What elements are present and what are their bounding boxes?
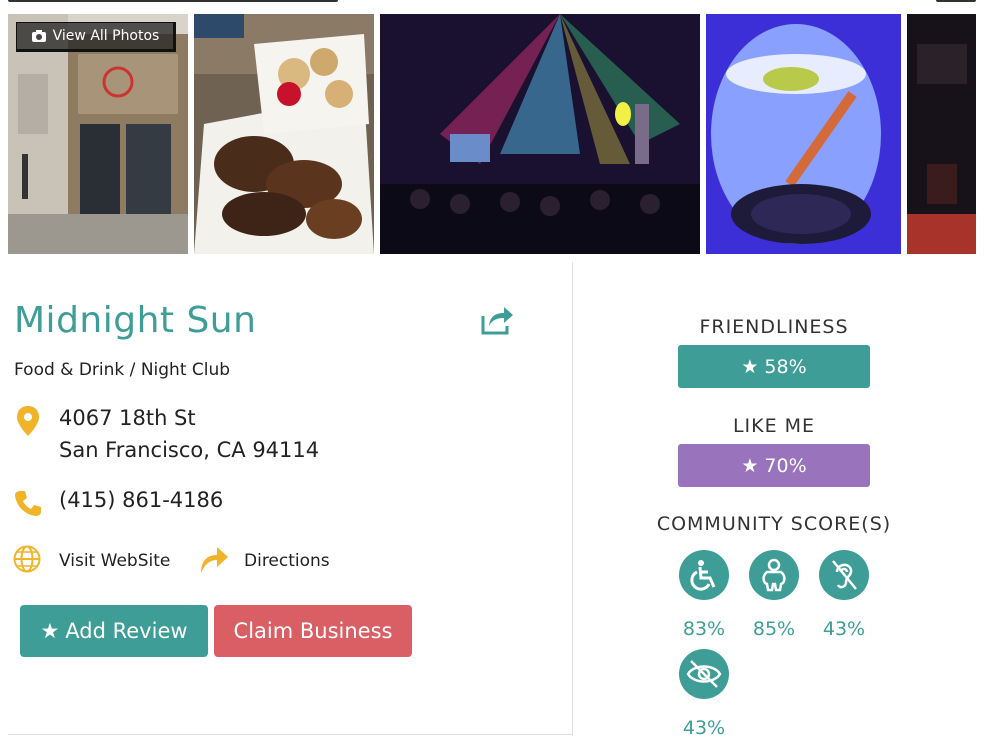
add-review-button[interactable]: ★ Add Review xyxy=(20,605,208,657)
claim-business-label: Claim Business xyxy=(233,619,393,643)
photo-club-interior[interactable] xyxy=(380,14,700,254)
friendliness-score: ★ 58% xyxy=(678,345,870,388)
like-me-score: ★ 70% xyxy=(678,444,870,487)
camera-icon xyxy=(31,30,46,42)
photo-cocktail[interactable] xyxy=(706,14,901,254)
claim-business-button[interactable]: Claim Business xyxy=(214,605,412,657)
category-separator: / xyxy=(129,360,136,380)
blind-icon xyxy=(679,649,729,699)
business-name: Midnight Sun xyxy=(14,300,257,341)
subcategory-label: Night Club xyxy=(140,360,231,380)
friendliness-heading: FRIENDLINESS xyxy=(699,316,849,338)
community-score-heading: COMMUNITY SCORE(S) xyxy=(656,513,892,535)
share-icon[interactable] xyxy=(480,304,514,336)
wheelchair-icon xyxy=(679,550,729,600)
body-size-icon xyxy=(749,550,799,600)
add-review-label: Add Review xyxy=(65,619,188,643)
scores-panel: FRIENDLINESS ★ 58% LIKE ME ★ 70% COMMUNI… xyxy=(573,262,988,752)
gallery-top-edge-right xyxy=(936,0,976,2)
gallery-top-edge xyxy=(8,0,338,2)
star-icon: ★ xyxy=(741,454,759,477)
star-icon: ★ xyxy=(741,355,759,378)
view-all-photos-button[interactable]: View All Photos xyxy=(16,22,176,52)
star-icon: ★ xyxy=(40,619,60,643)
phone-icon xyxy=(15,491,41,516)
photo-gallery: View All Photos xyxy=(0,0,988,262)
community-score-value: 43% xyxy=(822,618,866,640)
visit-website-link[interactable]: Visit WebSite xyxy=(59,551,170,571)
divider xyxy=(8,734,572,735)
business-address[interactable]: 4067 18th St San Francisco, CA 94114 xyxy=(59,402,319,466)
community-score-body-size: 85% xyxy=(744,550,804,640)
community-score-value: 83% xyxy=(682,618,726,640)
community-score-value: 43% xyxy=(682,717,726,739)
directions-link[interactable]: Directions xyxy=(244,551,330,571)
community-score-deaf: 43% xyxy=(814,550,874,640)
like-me-value: 70% xyxy=(764,454,807,477)
view-all-photos-label: View All Photos xyxy=(52,28,160,44)
business-category: Food & Drink / Night Club xyxy=(14,360,230,380)
address-line-2: San Francisco, CA 94114 xyxy=(59,438,320,462)
business-phone[interactable]: (415) 861-4186 xyxy=(59,488,223,512)
globe-icon xyxy=(13,545,41,573)
community-score-blind: 43% xyxy=(674,649,734,739)
friendliness-value: 58% xyxy=(764,355,807,378)
like-me-heading: LIKE ME xyxy=(732,415,816,437)
directions-arrow-icon xyxy=(201,547,228,573)
deaf-icon xyxy=(819,550,869,600)
address-line-1: 4067 18th St xyxy=(59,406,196,430)
category-label: Food & Drink xyxy=(14,360,125,380)
photo-food[interactable] xyxy=(194,14,374,254)
community-score-value: 85% xyxy=(752,618,796,640)
photo-club-lights[interactable] xyxy=(907,14,976,254)
location-pin-icon xyxy=(17,406,39,436)
community-score-wheelchair: 83% xyxy=(674,550,734,640)
